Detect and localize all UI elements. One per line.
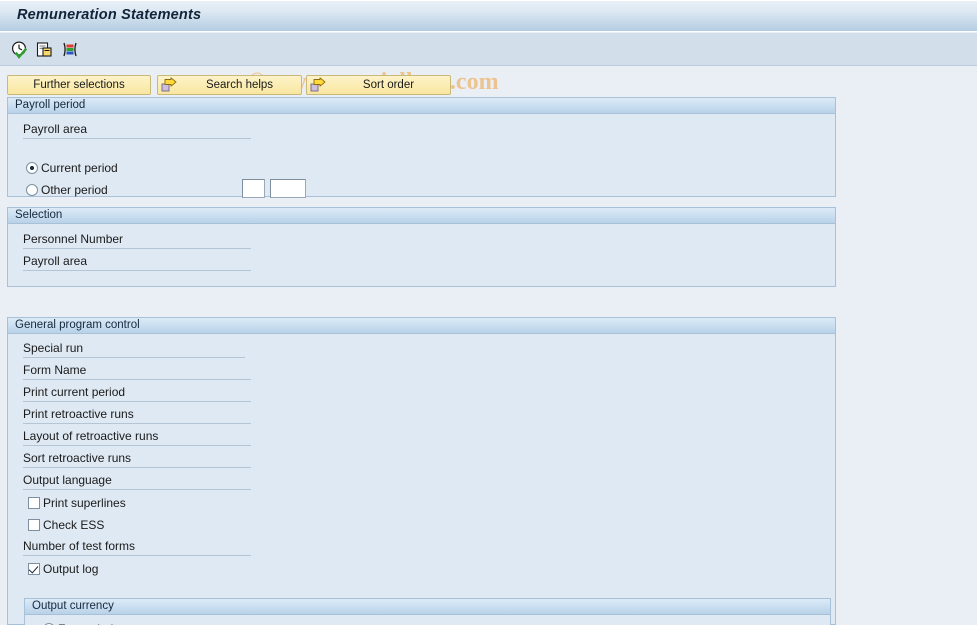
form-name-row: Form Name: [23, 362, 283, 380]
selection-payroll-area-row: Payroll area: [23, 253, 283, 271]
payroll-period-panel-title: Payroll period: [8, 98, 835, 114]
window-title-bar: Remuneration Statements: [0, 0, 977, 32]
field-underline: [23, 467, 251, 468]
yellow-arrow-icon: [160, 77, 178, 93]
current-period-label: Current period: [41, 161, 118, 175]
selection-panel-title: Selection: [8, 208, 835, 224]
field-underline: [23, 357, 245, 358]
search-helps-button[interactable]: Search helps: [157, 75, 302, 95]
field-underline: [23, 445, 251, 446]
output-language-row: Output language: [23, 472, 283, 490]
print-current-period-label: Print current period: [23, 385, 126, 399]
personnel-number-row: Personnel Number: [23, 231, 283, 249]
payroll-area-label: Payroll area: [23, 122, 88, 136]
field-underline: [23, 138, 251, 139]
field-underline: [23, 555, 251, 556]
sort-order-label: Sort order: [362, 79, 415, 91]
number-of-test-forms-row: Number of test forms: [23, 538, 283, 556]
selection-panel-body: Personnel Number Payroll area: [8, 224, 835, 495]
check-ess-checkbox[interactable]: Check ESS: [28, 517, 104, 533]
selection-payroll-area-label: Payroll area: [23, 254, 88, 268]
execute-background-icon[interactable]: [35, 40, 55, 60]
payroll-area-row: Payroll area: [23, 121, 283, 139]
field-underline: [23, 248, 251, 249]
field-underline: [23, 270, 251, 271]
special-run-label: Special run: [23, 341, 84, 355]
for-period-radio[interactable]: For-period: [43, 621, 113, 625]
general-program-control-panel-title: General program control: [8, 318, 835, 334]
current-period-radio[interactable]: Current period: [26, 160, 118, 176]
sort-order-button[interactable]: Sort order: [306, 75, 451, 95]
checkbox-indicator: [28, 519, 40, 531]
sort-retroactive-runs-label: Sort retroactive runs: [23, 451, 132, 465]
output-log-label: Output log: [43, 562, 99, 576]
payroll-period-panel: Payroll period Payroll area Current peri…: [7, 97, 836, 251]
search-helps-label: Search helps: [205, 79, 274, 91]
number-of-test-forms-label: Number of test forms: [23, 539, 136, 553]
other-period-field-2[interactable]: [270, 179, 306, 198]
application-toolbar: © www.tutorialkart.com: [0, 33, 977, 95]
further-selections-label: Further selections: [33, 79, 125, 91]
output-currency-panel-body: For-period: [25, 615, 830, 625]
radio-indicator: [26, 162, 38, 174]
selection-panel: Selection Personnel Number Payroll area: [7, 207, 836, 495]
further-selections-button[interactable]: Further selections: [7, 75, 151, 95]
print-retroactive-runs-row: Print retroactive runs: [23, 406, 283, 424]
print-current-period-row: Print current period: [23, 384, 283, 402]
special-run-row: Special run: [23, 340, 283, 358]
checkbox-indicator: [28, 497, 40, 509]
radio-indicator: [26, 184, 38, 196]
layout-retroactive-runs-row: Layout of retroactive runs: [23, 428, 283, 446]
output-currency-panel: Output currency For-period: [24, 598, 831, 625]
other-period-field-1[interactable]: [242, 179, 265, 198]
sap-selection-screen: Remuneration Statements Further selectio…: [0, 0, 977, 625]
field-underline: [23, 379, 251, 380]
general-program-control-panel: General program control Special run Form…: [7, 317, 836, 625]
print-superlines-label: Print superlines: [43, 496, 126, 510]
sort-retroactive-runs-row: Sort retroactive runs: [23, 450, 283, 468]
other-period-label: Other period: [41, 183, 108, 197]
form-name-label: Form Name: [23, 363, 87, 377]
other-period-radio[interactable]: Other period: [26, 182, 108, 198]
execute-clock-check-icon[interactable]: [10, 40, 30, 60]
field-underline: [23, 401, 251, 402]
print-retroactive-runs-label: Print retroactive runs: [23, 407, 134, 421]
page-title: Remuneration Statements: [17, 7, 202, 23]
field-underline: [23, 423, 251, 424]
payroll-period-panel-body: Payroll area Current period Other period: [8, 114, 835, 251]
output-log-checkbox[interactable]: Output log: [28, 561, 98, 577]
layout-retroactive-runs-label: Layout of retroactive runs: [23, 429, 159, 443]
field-underline: [23, 489, 251, 490]
checkbox-indicator: [28, 563, 40, 575]
general-program-control-panel-body: Special run Form Name ID01 Standard remu…: [8, 334, 835, 625]
personnel-number-label: Personnel Number: [23, 232, 124, 246]
print-superlines-checkbox[interactable]: Print superlines: [28, 495, 126, 511]
check-ess-label: Check ESS: [43, 518, 105, 532]
variant-bars-icon[interactable]: [60, 40, 80, 60]
output-currency-panel-title: Output currency: [25, 599, 830, 615]
output-language-label: Output language: [23, 473, 112, 487]
yellow-arrow-icon: [309, 77, 327, 93]
